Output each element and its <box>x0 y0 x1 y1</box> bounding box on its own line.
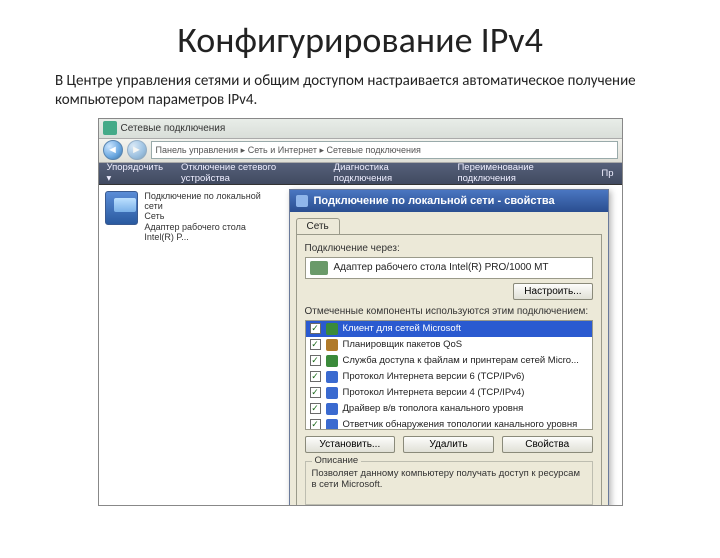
cmd-diagnose[interactable]: Диагностика подключения <box>334 162 444 184</box>
components-label: Отмеченные компоненты используются этим … <box>305 306 593 317</box>
component-row[interactable]: ✓ Планировщик пакетов QoS <box>306 337 592 353</box>
connection-adapter: Адаптер рабочего стола Intel(R) P... <box>144 222 262 243</box>
slide-title: Конфигурирование IPv4 <box>0 18 720 62</box>
arrow-left-icon: ◄ <box>107 144 118 156</box>
cmd-disable-device[interactable]: Отключение сетевого устройства <box>181 162 320 184</box>
checkbox[interactable]: ✓ <box>310 387 321 398</box>
tab-network[interactable]: Сеть <box>296 218 340 234</box>
component-label: Протокол Интернета версии 6 (TCP/IPv6) <box>343 371 525 382</box>
component-row[interactable]: ✓ Драйвер в/в тополога канального уровня <box>306 401 592 417</box>
adapter-name: Адаптер рабочего стола Intel(R) PRO/1000… <box>334 262 549 273</box>
connection-network: Сеть <box>144 211 262 221</box>
checkbox[interactable]: ✓ <box>310 403 321 414</box>
component-icon <box>326 323 338 335</box>
description-group-label: Описание <box>312 455 362 466</box>
checkbox[interactable]: ✓ <box>310 323 321 334</box>
dialog-title-icon <box>296 195 308 207</box>
explorer-titlebar: Сетевые подключения <box>99 119 622 139</box>
explorer-window-title: Сетевые подключения <box>121 123 226 134</box>
arrow-right-icon: ► <box>131 144 142 156</box>
component-icon <box>326 371 338 383</box>
component-row[interactable]: ✓ Служба доступа к файлам и принтерам сет… <box>306 353 592 369</box>
checkbox[interactable]: ✓ <box>310 419 321 430</box>
component-row[interactable]: ✓ Протокол Интернета версии 6 (TCP/IPv6) <box>306 369 592 385</box>
cmd-view[interactable]: Пр <box>601 168 613 179</box>
connection-name: Подключение по локальной сети <box>144 191 262 212</box>
uninstall-button[interactable]: Удалить <box>403 436 494 453</box>
nav-back-button[interactable]: ◄ <box>103 140 123 160</box>
adapter-icon <box>310 261 328 275</box>
component-label: Клиент для сетей Microsoft <box>343 323 462 334</box>
dialog-title-text: Подключение по локальной сети - свойства <box>314 195 555 207</box>
adapter-field: Адаптер рабочего стола Intel(R) PRO/1000… <box>305 257 593 279</box>
screenshot-container: Сетевые подключения ◄ ► Панель управлени… <box>98 118 623 506</box>
checkbox[interactable]: ✓ <box>310 371 321 382</box>
component-row[interactable]: ✓ Клиент для сетей Microsoft <box>306 321 592 337</box>
component-icon <box>326 355 338 367</box>
component-icon <box>326 339 338 351</box>
cmd-rename[interactable]: Переименование подключения <box>457 162 587 184</box>
description-text: Позволяет данному компьютеру получать до… <box>312 468 580 490</box>
cmd-organize[interactable]: Упорядочить ▾ <box>107 162 167 184</box>
dialog-body: Подключение через: Адаптер рабочего стол… <box>296 234 602 506</box>
explorer-content: Подключение по локальной сети Сеть Адапт… <box>99 185 622 505</box>
connect-using-label: Подключение через: <box>305 243 593 254</box>
component-row[interactable]: ✓ Протокол Интернета версии 4 (TCP/IPv4) <box>306 385 592 401</box>
component-label: Протокол Интернета версии 4 (TCP/IPv4) <box>343 387 525 398</box>
component-icon <box>326 419 338 430</box>
components-list[interactable]: ✓ Клиент для сетей Microsoft ✓ Планировщик … <box>305 320 593 430</box>
connection-item[interactable]: Подключение по локальной сети Сеть Адапт… <box>105 191 263 243</box>
explorer-address-bar: ◄ ► Панель управления ▸ Сеть и Интернет … <box>99 139 622 163</box>
description-group: Описание Позволяет данному компьютеру по… <box>305 461 593 505</box>
component-label: Планировщик пакетов QoS <box>343 339 463 350</box>
dialog-titlebar: Подключение по локальной сети - свойства <box>290 190 608 212</box>
component-icon <box>326 403 338 415</box>
connection-properties-dialog: Подключение по локальной сети - свойства… <box>289 189 609 506</box>
dialog-tabs: Сеть <box>296 218 602 234</box>
component-label: Служба доступа к файлам и принтерам сете… <box>343 355 579 366</box>
network-connections-icon <box>103 121 117 135</box>
connection-text: Подключение по локальной сети Сеть Адапт… <box>144 191 262 243</box>
component-label: Ответчик обнаружения топологии канальног… <box>343 419 578 430</box>
lan-adapter-icon <box>105 191 139 225</box>
nav-forward-button[interactable]: ► <box>127 140 147 160</box>
install-button[interactable]: Установить... <box>305 436 396 453</box>
component-row[interactable]: ✓ Ответчик обнаружения топологии канально… <box>306 417 592 430</box>
component-label: Драйвер в/в тополога канального уровня <box>343 403 524 414</box>
configure-button[interactable]: Настроить... <box>513 283 592 300</box>
slide-body-text: В Центре управления сетями и общим досту… <box>55 72 665 110</box>
component-icon <box>326 387 338 399</box>
breadcrumb[interactable]: Панель управления ▸ Сеть и Интернет ▸ Се… <box>151 141 618 159</box>
properties-button[interactable]: Свойства <box>502 436 593 453</box>
connection-list: Подключение по локальной сети Сеть Адапт… <box>99 185 269 505</box>
explorer-command-bar: Упорядочить ▾ Отключение сетевого устрой… <box>99 163 622 185</box>
checkbox[interactable]: ✓ <box>310 355 321 366</box>
checkbox[interactable]: ✓ <box>310 339 321 350</box>
